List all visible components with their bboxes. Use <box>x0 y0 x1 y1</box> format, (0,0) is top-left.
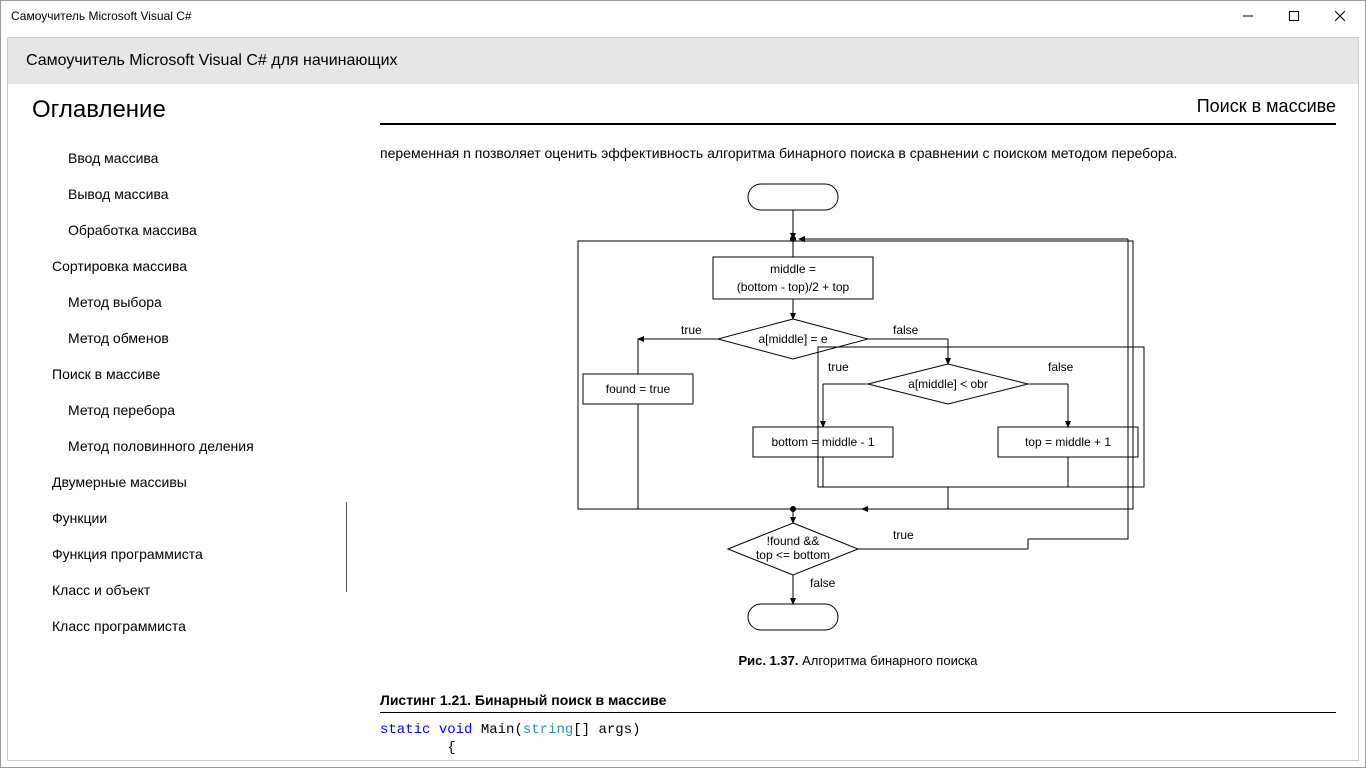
svg-text:found = true: found = true <box>606 382 671 396</box>
toc-item[interactable]: Вывод массива <box>32 176 358 212</box>
toc-item[interactable]: Двумерные массивы <box>32 464 358 500</box>
toc-item[interactable]: Обработка массива <box>32 212 358 248</box>
toc-item[interactable]: Функция программиста <box>32 536 358 572</box>
intro-paragraph: переменная n позволяет оценить эффективн… <box>380 145 1336 161</box>
toc-item[interactable]: Функции <box>32 500 358 536</box>
svg-text:top = middle + 1: top = middle + 1 <box>1025 435 1111 449</box>
code-block: static void Main(string[] args) { <box>380 721 1336 757</box>
svg-text:a[middle] = e: a[middle] = e <box>758 332 827 346</box>
svg-text:false: false <box>810 576 836 590</box>
svg-text:(bottom - top)/2 + top: (bottom - top)/2 + top <box>737 280 850 294</box>
window-controls <box>1225 1 1363 31</box>
toc-item[interactable]: Метод перебора <box>32 392 358 428</box>
content-area[interactable]: Поиск в массиве переменная n позволяет о… <box>358 84 1358 760</box>
maximize-button[interactable] <box>1271 1 1317 31</box>
window-title: Самоучитель Microsoft Visual C# <box>11 9 192 23</box>
svg-text:top <= bottom: top <= bottom <box>756 548 830 562</box>
toc-item[interactable]: Поиск в массиве <box>32 356 358 392</box>
svg-text:middle =: middle = <box>770 262 816 276</box>
toc-item[interactable]: Сортировка массива <box>32 248 358 284</box>
figure-caption: Рис. 1.37. Алгоритма бинарного поиска <box>380 653 1336 668</box>
svg-text:true: true <box>893 528 914 542</box>
minimize-button[interactable] <box>1225 1 1271 31</box>
app-subtitle: Самоучитель Microsoft Visual C# для начи… <box>8 38 1358 84</box>
svg-text:true: true <box>828 360 849 374</box>
titlebar: Самоучитель Microsoft Visual C# <box>1 1 1365 31</box>
toc-item[interactable]: Класс программиста <box>32 608 358 644</box>
svg-text:false: false <box>893 323 919 337</box>
toc-item[interactable]: Метод половинного деления <box>32 428 358 464</box>
svg-text:!found &&: !found && <box>767 534 820 548</box>
close-button[interactable] <box>1317 1 1363 31</box>
toc-item[interactable]: Ввод массива <box>32 140 358 176</box>
toc-item[interactable]: Класс и объект <box>32 572 358 608</box>
svg-text:a[middle] < obr: a[middle] < obr <box>908 377 988 391</box>
sidebar-title: Оглавление <box>32 96 358 124</box>
svg-text:true: true <box>681 323 702 337</box>
flowchart-diagram: middle = (bottom - top)/2 + top a[middle… <box>380 179 1336 639</box>
sidebar: Оглавление Ввод массиваВывод массиваОбра… <box>8 84 358 760</box>
page-title: Поиск в массиве <box>380 96 1336 125</box>
listing-title: Листинг 1.21. Бинарный поиск в массиве <box>380 692 1336 713</box>
toc-item[interactable]: Метод обменов <box>32 320 358 356</box>
svg-text:false: false <box>1048 360 1074 374</box>
toc-item[interactable]: Метод выбора <box>32 284 358 320</box>
sidebar-scroll-indicator <box>346 502 347 592</box>
svg-text:bottom = middle - 1: bottom = middle - 1 <box>771 435 874 449</box>
